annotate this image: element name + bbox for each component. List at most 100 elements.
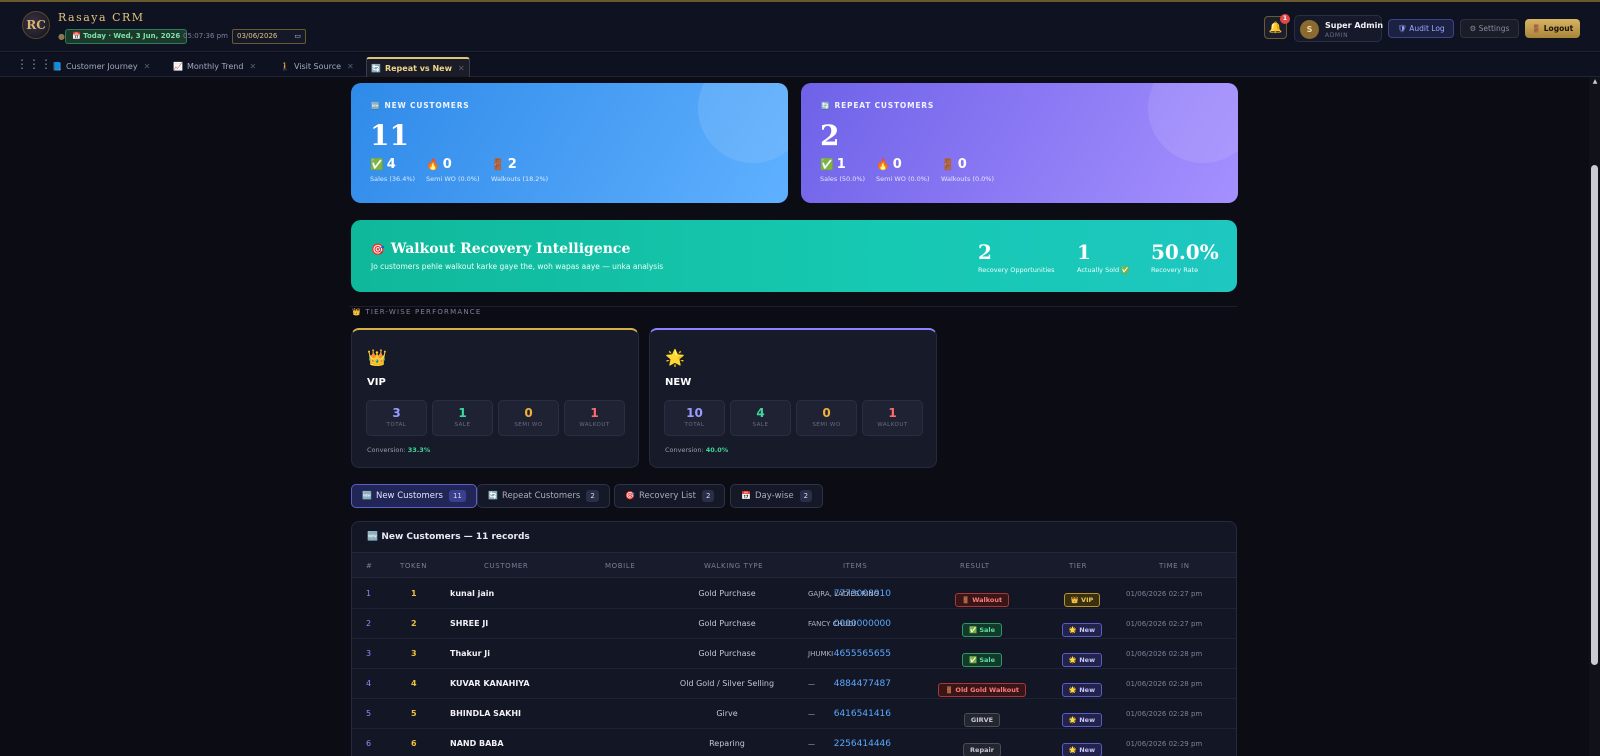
count-badge: 2 — [701, 490, 715, 502]
walkout-recovery-title: 🎯 Walkout Recovery Intelligence — [371, 241, 631, 257]
result-badge: ✅ Sale — [961, 623, 1003, 637]
result-badge: Repair — [963, 743, 1001, 756]
walkouts-metric: 🚪 2 Walkouts (18.2%) — [491, 157, 549, 183]
tier-walkout-box: 1 WALKOUT — [564, 400, 625, 436]
repeat-customers-card: 🔄 REPEAT CUSTOMERS 2 ✅ 1 Sales (50.0%) 🔥 0 … — [801, 83, 1238, 203]
check-icon: ✅ — [370, 158, 384, 171]
walking-type: Old Gold / Silver Selling — [679, 679, 775, 688]
walking-type: Gold Purchase — [698, 589, 756, 598]
result-badge: GIRVE — [963, 713, 1001, 727]
logout-button[interactable]: 🚪 Logout — [1525, 19, 1580, 38]
status-dot: ● — [58, 32, 65, 41]
user-menu[interactable]: S Super Admin ADMIN — [1294, 15, 1384, 42]
walkout-recovery-subtitle: Jo customers pehle walkout karke gaye th… — [371, 262, 664, 271]
tier-sale-box: 4 SALE — [730, 400, 791, 436]
list-tab-repeat-customers[interactable]: 🔄 Repeat Customers 2 — [477, 484, 610, 508]
tier-semi-box: 0 SEMI WO — [796, 400, 857, 436]
tab-repeat-vs-new[interactable]: 🔄 Repeat vs New ✕ — [366, 57, 470, 77]
list-tab-recovery-list[interactable]: 🎯 Recovery List 2 — [614, 484, 726, 508]
crown-icon: 👑 — [367, 348, 387, 367]
scroll-up-arrow[interactable]: ▲ — [1590, 78, 1600, 85]
walking-type: Gold Purchase — [698, 649, 756, 658]
col-header: CUSTOMER — [484, 562, 529, 570]
decorative-circle — [698, 83, 788, 163]
user-name: Super Admin — [1325, 21, 1384, 30]
table-header: # TOKEN CUSTOMER MOBILE WALKING TYPE ITE… — [352, 552, 1236, 578]
items: — — [808, 740, 815, 748]
col-header: TIER — [1069, 562, 1088, 570]
brand-name: Rasaya CRM — [58, 11, 145, 24]
new-customers-table-panel: 🆕 New Customers — 11 records # TOKEN CUS… — [351, 521, 1237, 756]
tier-cell: 🌟 New — [1032, 729, 1132, 756]
list-tab-day-wise[interactable]: 📅 Day-wise 2 — [730, 484, 824, 508]
table-row[interactable]: 5 5 BHINDLA SAKHI 6416541416 Girve — GIRVE 🌟 Ne… — [352, 699, 1236, 729]
sales-metric: ✅ 4 Sales (36.4%) — [370, 157, 416, 183]
section-divider — [349, 306, 1237, 307]
tier-total-box: 10 TOTAL — [664, 400, 725, 436]
tier-total-box: 3 TOTAL — [366, 400, 427, 436]
new-icon: 🆕 — [362, 491, 372, 500]
table-row[interactable]: 3 3 Thakur Ji 4655565655 Gold Purchase JHUMKI… — [352, 639, 1236, 669]
notification-count-badge: 1 — [1280, 14, 1290, 24]
table-row[interactable]: 6 6 NAND BABA 2256414446 Reparing — Repair 🌟 Ne… — [352, 729, 1236, 756]
fire-icon: 🔥 — [426, 158, 440, 171]
close-icon[interactable]: ✕ — [249, 62, 256, 71]
col-header: WALKING TYPE — [704, 562, 764, 570]
today-pill: 📅 Today · Wed, 3 Jun, 2026 — [65, 29, 188, 44]
result-cell: 🚪 Old Gold Walkout — [912, 669, 1052, 699]
avatar: S — [1300, 20, 1319, 39]
walking-type: Girve — [716, 709, 738, 718]
calendar-icon: 📅 — [741, 491, 751, 500]
tier-section-label: 👑 TIER-WISE PERFORMANCE — [352, 308, 482, 316]
result-cell: Repair — [912, 729, 1052, 756]
col-header: RESULT — [960, 562, 990, 570]
table-row[interactable]: 4 4 KUVAR KANAHIYA 4884477487 Old Gold / Sil… — [352, 669, 1236, 699]
tier-badge: 🌟 New — [1061, 623, 1103, 637]
target-icon: 🎯 — [371, 243, 385, 256]
semi-wo-metric: 🔥 0 Semi WO (0.0%) — [876, 157, 930, 183]
col-header: ITEMS — [843, 562, 868, 570]
door-icon: 🚪 — [491, 158, 505, 171]
tab-visit-source[interactable]: 🚶 Visit Source ✕ — [276, 57, 358, 77]
close-icon[interactable]: ✕ — [458, 64, 465, 73]
current-time: 05:07:36 pm — [183, 32, 228, 40]
col-header: MOBILE — [605, 562, 636, 570]
card-heading: 🆕 NEW CUSTOMERS — [371, 101, 470, 110]
walking-icon: 🚶 — [280, 62, 290, 71]
result-cell: GIRVE — [912, 699, 1052, 729]
result-badge: 🚪 Old Gold Walkout — [938, 683, 1026, 697]
close-icon[interactable]: ✕ — [347, 62, 354, 71]
date-picker-input[interactable]: 03/06/2026 ▭ — [232, 29, 306, 44]
settings-button[interactable]: ⚙ Settings — [1460, 19, 1519, 38]
close-icon[interactable]: ✕ — [144, 62, 151, 71]
walking-type: Gold Purchase — [698, 619, 756, 628]
book-icon: 📘 — [52, 62, 62, 71]
tab-monthly-trend[interactable]: 📈 Monthly Trend ✕ — [169, 57, 260, 77]
items: JHUMKI — [808, 650, 834, 658]
scrollbar-thumb[interactable] — [1591, 165, 1598, 665]
card-heading: 🔄 REPEAT CUSTOMERS — [821, 101, 935, 110]
tier-cell: 🌟 New — [1032, 699, 1132, 729]
time-in: 01/06/2026 02:27 pm — [1126, 620, 1203, 628]
tier-badge: 🌟 New — [1061, 713, 1103, 727]
app-grid-icon[interactable]: ⋮⋮⋮ — [16, 58, 52, 70]
bell-icon: 🔔 — [1268, 21, 1283, 34]
time-in: 01/06/2026 02:29 pm — [1126, 740, 1203, 748]
tab-customer-journey[interactable]: 📘 Customer Journey ✕ — [48, 57, 154, 77]
count-badge: 2 — [586, 490, 599, 502]
tier-conversion: Conversion: 40.0% — [665, 446, 729, 454]
tier-conversion: Conversion: 33.3% — [367, 446, 431, 454]
date-value: 03/06/2026 — [237, 32, 278, 40]
tier-semi-box: 0 SEMI WO — [498, 400, 559, 436]
audit-log-button[interactable]: 🛡 Audit Log — [1388, 19, 1454, 38]
tier-badge: 🌟 New — [1061, 683, 1103, 697]
walking-type: Reparing — [709, 739, 745, 748]
list-tab-new-customers[interactable]: 🆕 New Customers 11 — [351, 484, 477, 508]
brand-logo: RC — [22, 11, 50, 39]
calendar-icon[interactable]: ▭ — [294, 30, 301, 43]
door-icon: 🚪 — [941, 158, 955, 171]
decorative-circle — [1148, 83, 1238, 163]
chart-icon: 📈 — [173, 62, 183, 71]
table-row[interactable]: 1 1 kunal jain 7773008910 Gold Purchase GAJRA… — [352, 579, 1236, 609]
table-row[interactable]: 2 2 SHREE JI 0000000000 Gold Purchase FANCY C… — [352, 609, 1236, 639]
